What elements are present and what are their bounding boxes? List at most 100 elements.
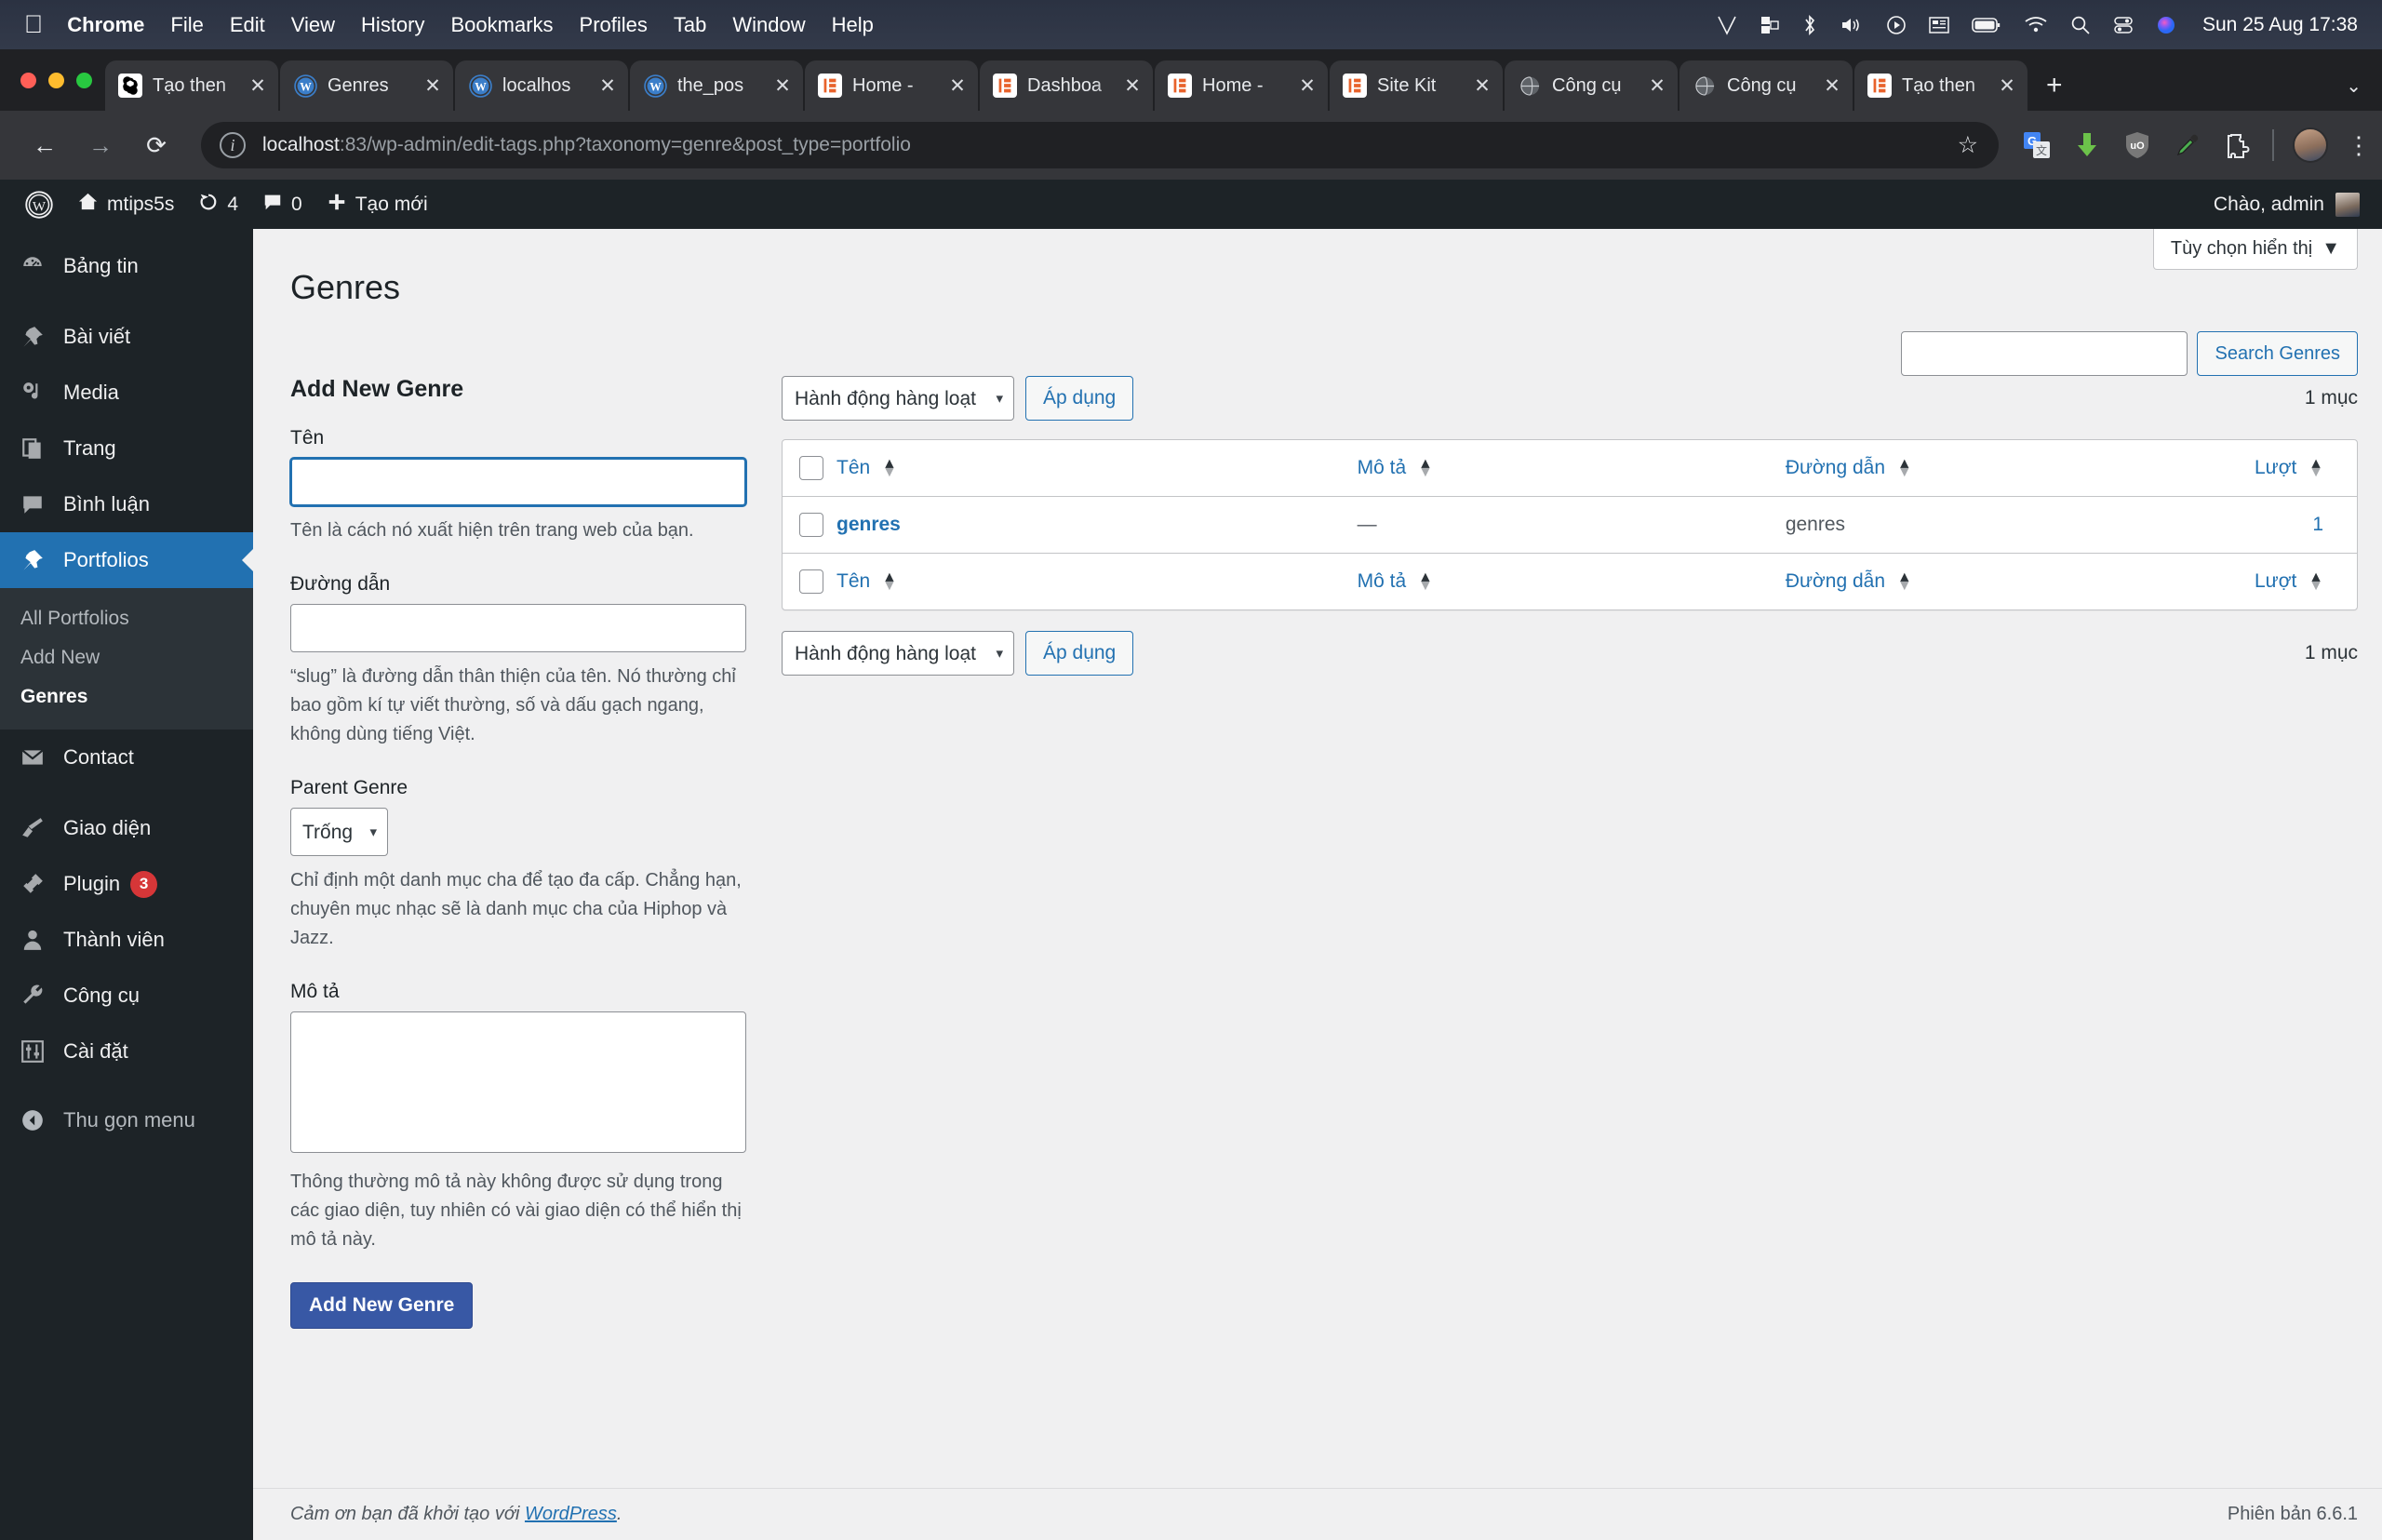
search-icon[interactable] [2070, 15, 2091, 35]
volume-icon[interactable] [1840, 15, 1864, 35]
apply-button-top[interactable]: Áp dụng [1025, 376, 1134, 421]
close-icon[interactable]: ✕ [596, 76, 619, 96]
select-all-checkbox[interactable] [799, 456, 823, 480]
sidebar-item-dashboard[interactable]: Bảng tin [0, 238, 253, 294]
collapse-menu-button[interactable]: Thu gọn menu [0, 1092, 253, 1148]
menubar-item-help[interactable]: Help [832, 13, 874, 37]
control-center-icon[interactable] [2113, 15, 2134, 35]
close-window-button[interactable] [20, 72, 36, 88]
menubar-item-file[interactable]: File [170, 13, 203, 37]
eyedropper-icon[interactable] [2172, 129, 2203, 161]
column-header-name[interactable]: Tên ▲ ▼ [823, 440, 1345, 497]
slug-input[interactable] [290, 604, 746, 652]
vpn-v-icon[interactable] [1717, 14, 1737, 36]
column-header-count[interactable]: Lượt ▲ ▼ [2140, 440, 2357, 497]
column-footer-description[interactable]: Mô tả ▲ ▼ [1344, 553, 1773, 609]
column-header-slug[interactable]: Đường dẫn ▲ ▼ [1772, 440, 2141, 497]
bluetooth-icon[interactable] [1802, 14, 1817, 36]
menubar-item-view[interactable]: View [291, 13, 335, 37]
ublock-origin-icon[interactable]: uO [2121, 129, 2153, 161]
apple-icon[interactable]:  [24, 12, 43, 37]
sidebar-item-genres[interactable]: Genres [0, 677, 253, 716]
close-icon[interactable]: ✕ [1996, 76, 2018, 96]
tab-search-chevron-down-icon[interactable]: ⌄ [2346, 74, 2362, 98]
close-icon[interactable]: ✕ [247, 76, 269, 96]
menubar-item-bookmarks[interactable]: Bookmarks [451, 13, 554, 37]
apply-button-bottom[interactable]: Áp dụng [1025, 631, 1134, 676]
sidebar-item-contact[interactable]: Contact [0, 730, 253, 785]
menubar-item-history[interactable]: History [361, 13, 424, 37]
menubar-item-window[interactable]: Window [732, 13, 805, 37]
sidebar-item-plugins[interactable]: Plugin 3 [0, 856, 253, 912]
bulk-actions-select-top[interactable]: Hành động hàng loạt [782, 376, 1014, 421]
genre-count-link[interactable]: 1 [2312, 514, 2323, 535]
sidebar-item-settings[interactable]: Cài đặt [0, 1024, 253, 1079]
browser-tab[interactable]: Dashboa ✕ [980, 60, 1153, 111]
browser-tab[interactable]: W localhos ✕ [455, 60, 628, 111]
browser-tab[interactable]: Tạo then ✕ [105, 60, 278, 111]
search-genres-button[interactable]: Search Genres [2197, 331, 2358, 376]
site-info-icon[interactable]: i [220, 132, 246, 158]
browser-tab-active[interactable]: W Genres ✕ [280, 60, 453, 111]
siri-icon[interactable] [2156, 15, 2176, 35]
sidebar-item-appearance[interactable]: Giao diện [0, 800, 253, 856]
wordpress-logo-icon[interactable]: W [13, 180, 65, 229]
close-icon[interactable]: ✕ [1821, 76, 1843, 96]
menubar-item-chrome[interactable]: Chrome [67, 13, 144, 37]
row-checkbox[interactable] [799, 513, 823, 537]
display-arrange-icon[interactable] [1760, 15, 1780, 35]
close-icon[interactable]: ✕ [1296, 76, 1318, 96]
select-all-checkbox-footer[interactable] [799, 569, 823, 594]
close-icon[interactable]: ✕ [1121, 76, 1144, 96]
new-content-menu[interactable]: Tạo mới [314, 180, 440, 229]
sidebar-item-tools[interactable]: Công cụ [0, 968, 253, 1024]
sidebar-item-pages[interactable]: Trang [0, 421, 253, 476]
maximize-window-button[interactable] [76, 72, 92, 88]
wordpress-link[interactable]: WordPress [525, 1504, 617, 1524]
browser-tab[interactable]: Công cụ ✕ [1505, 60, 1678, 111]
browser-tab[interactable]: Home - ✕ [805, 60, 978, 111]
description-textarea[interactable] [290, 1011, 746, 1153]
genre-link[interactable]: genres [836, 514, 901, 535]
close-icon[interactable]: ✕ [771, 76, 794, 96]
close-icon[interactable]: ✕ [1471, 76, 1493, 96]
close-icon[interactable]: ✕ [422, 76, 444, 96]
menubar-item-tab[interactable]: Tab [674, 13, 706, 37]
browser-tab[interactable]: W the_pos ✕ [630, 60, 803, 111]
browser-tab[interactable]: Site Kit ✕ [1330, 60, 1503, 111]
search-input[interactable] [1901, 331, 2188, 376]
column-footer-count[interactable]: Lượt ▲ ▼ [2140, 553, 2357, 609]
browser-tab[interactable]: Home - ✕ [1155, 60, 1328, 111]
sidebar-item-add-new[interactable]: Add New [0, 638, 253, 677]
menubar-item-edit[interactable]: Edit [230, 13, 265, 37]
sidebar-item-portfolios[interactable]: Portfolios [0, 532, 253, 588]
sidebar-item-media[interactable]: Media [0, 365, 253, 421]
close-icon[interactable]: ✕ [1646, 76, 1668, 96]
sidebar-item-all-portfolios[interactable]: All Portfolios [0, 599, 253, 638]
kebab-menu-icon[interactable]: ⋮ [2347, 133, 2371, 157]
close-icon[interactable]: ✕ [946, 76, 969, 96]
column-footer-slug[interactable]: Đường dẫn ▲ ▼ [1772, 553, 2141, 609]
star-icon[interactable]: ☆ [1943, 131, 1993, 159]
bulk-actions-select-bottom[interactable]: Hành động hàng loạt [782, 631, 1014, 676]
reload-button[interactable]: ⟳ [132, 121, 181, 169]
menubar-clock[interactable]: Sun 25 Aug 17:38 [2202, 14, 2358, 36]
extensions-icon[interactable] [2222, 129, 2254, 161]
browser-tab[interactable]: Công cụ ✕ [1679, 60, 1853, 111]
download-icon[interactable] [2071, 129, 2103, 161]
wifi-icon[interactable] [2024, 16, 2048, 34]
comments-menu[interactable]: 0 [250, 180, 314, 229]
column-header-description[interactable]: Mô tả ▲ ▼ [1344, 440, 1773, 497]
add-new-genre-button[interactable]: Add New Genre [290, 1282, 474, 1329]
screen-options-toggle[interactable]: Tùy chọn hiển thị ▼ [2152, 229, 2358, 270]
menubar-item-profiles[interactable]: Profiles [580, 13, 648, 37]
minimize-window-button[interactable] [48, 72, 64, 88]
new-tab-button[interactable]: + [2029, 72, 2080, 111]
parent-genre-select[interactable]: Trống [290, 808, 388, 856]
back-button[interactable]: ← [20, 121, 69, 169]
sidebar-item-comments[interactable]: Bình luận [0, 476, 253, 532]
browser-tab[interactable]: Tạo then ✕ [1854, 60, 2027, 111]
google-translate-icon[interactable]: G文 [2021, 129, 2053, 161]
sidebar-item-posts[interactable]: Bài viết [0, 309, 253, 365]
play-circle-icon[interactable] [1886, 15, 1907, 35]
